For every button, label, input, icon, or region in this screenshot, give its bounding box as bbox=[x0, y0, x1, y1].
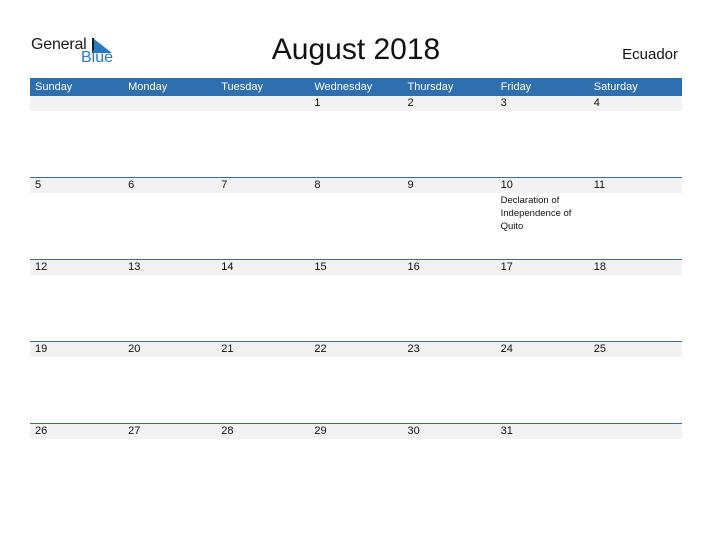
day-cell: 27 bbox=[123, 424, 216, 505]
day-number: 15 bbox=[314, 261, 327, 273]
weekday-friday: Friday bbox=[500, 81, 532, 93]
day-cell: 26 bbox=[30, 424, 123, 505]
day-cell: 16 bbox=[403, 260, 496, 341]
day-number: 22 bbox=[314, 343, 327, 355]
day-number: 27 bbox=[128, 425, 141, 437]
day-number: 30 bbox=[407, 425, 420, 437]
calendar-grid: Sunday Monday Tuesday Wednesday Thursday… bbox=[30, 78, 682, 505]
day-number: 4 bbox=[593, 97, 600, 109]
day-cell: 21 bbox=[216, 342, 309, 423]
day-cell: 8 bbox=[309, 178, 402, 259]
day-cell: 20 bbox=[123, 342, 216, 423]
day-number: 7 bbox=[221, 179, 228, 191]
day-cell: 2 bbox=[403, 96, 496, 177]
day-cell: 15 bbox=[309, 260, 402, 341]
day-number: 31 bbox=[500, 425, 513, 437]
day-number: 18 bbox=[593, 261, 606, 273]
day-cell: 28 bbox=[216, 424, 309, 505]
day-cell: 18 bbox=[589, 260, 682, 341]
day-number: 29 bbox=[314, 425, 327, 437]
weekday-saturday: Saturday bbox=[593, 81, 638, 93]
day-number: 13 bbox=[128, 261, 141, 273]
weekday-sunday: Sunday bbox=[35, 81, 73, 93]
day-cell: 1 bbox=[309, 96, 402, 177]
week-row: 26 27 28 29 30 31 bbox=[30, 423, 682, 505]
day-number: 25 bbox=[593, 343, 606, 355]
weeks-container: 1 2 3 4 5 6 7 8 9 10 Declaration of Independence o… bbox=[30, 96, 682, 505]
day-cell: 14 bbox=[216, 260, 309, 341]
day-cell: 10 Declaration of Independence of Quito bbox=[496, 178, 589, 259]
day-number: 2 bbox=[407, 97, 414, 109]
day-cell: 29 bbox=[309, 424, 402, 505]
day-cell: 24 bbox=[496, 342, 589, 423]
day-cell: 7 bbox=[216, 178, 309, 259]
day-number bbox=[128, 96, 216, 111]
day-cell: 30 bbox=[403, 424, 496, 505]
week-row: 12 13 14 15 16 17 18 bbox=[30, 259, 682, 341]
day-number: 17 bbox=[500, 261, 513, 273]
day-cell bbox=[123, 96, 216, 177]
day-number: 12 bbox=[35, 261, 48, 273]
weekday-thursday: Thursday bbox=[407, 81, 454, 93]
day-cell: 17 bbox=[496, 260, 589, 341]
day-cell: 3 bbox=[496, 96, 589, 177]
day-number: 14 bbox=[221, 261, 234, 273]
day-cell: 19 bbox=[30, 342, 123, 423]
day-cell: 13 bbox=[123, 260, 216, 341]
day-number: 16 bbox=[407, 261, 420, 273]
day-number: 20 bbox=[128, 343, 141, 355]
day-cell: 9 bbox=[403, 178, 496, 259]
week-row: 1 2 3 4 bbox=[30, 96, 682, 177]
day-cell: 31 bbox=[496, 424, 589, 505]
day-cell: 25 bbox=[589, 342, 682, 423]
country-label: Ecuador bbox=[622, 46, 678, 63]
week-cells: 5 6 7 8 9 10 Declaration of Independence of Qu… bbox=[30, 178, 682, 259]
day-number: 21 bbox=[221, 343, 234, 355]
day-number: 24 bbox=[500, 343, 513, 355]
day-cell: 6 bbox=[123, 178, 216, 259]
day-cell: 5 bbox=[30, 178, 123, 259]
week-row: 5 6 7 8 9 10 Declaration of Independence of Qu… bbox=[30, 177, 682, 259]
day-number: 1 bbox=[314, 97, 321, 109]
day-number: 26 bbox=[35, 425, 48, 437]
day-number bbox=[221, 96, 309, 111]
weekday-monday: Monday bbox=[128, 81, 168, 93]
calendar-title: August 2018 bbox=[271, 33, 441, 66]
week-cells: 1 2 3 4 bbox=[30, 96, 682, 177]
day-number: 8 bbox=[314, 179, 321, 191]
day-number bbox=[594, 424, 682, 439]
day-cell bbox=[30, 96, 123, 177]
day-number: 11 bbox=[593, 179, 606, 191]
day-number: 5 bbox=[35, 179, 42, 191]
day-number: 19 bbox=[35, 343, 48, 355]
day-cell: 4 bbox=[589, 96, 682, 177]
day-cell bbox=[589, 424, 682, 505]
day-cell: 23 bbox=[403, 342, 496, 423]
holiday-event: Declaration of Independence of Quito bbox=[500, 195, 572, 232]
week-cells: 12 13 14 15 16 17 18 bbox=[30, 260, 682, 341]
day-number bbox=[35, 96, 123, 111]
weekday-header: Sunday Monday Tuesday Wednesday Thursday… bbox=[30, 78, 682, 96]
week-row: 19 20 21 22 23 24 25 bbox=[30, 341, 682, 423]
weekday-tuesday: Tuesday bbox=[221, 81, 264, 93]
week-cells: 26 27 28 29 30 31 bbox=[30, 424, 682, 505]
day-number: 6 bbox=[128, 179, 135, 191]
day-cell: 12 bbox=[30, 260, 123, 341]
weekday-wednesday: Wednesday bbox=[314, 81, 373, 93]
day-number: 3 bbox=[500, 97, 507, 109]
day-number: 9 bbox=[407, 179, 414, 191]
day-number: 10 bbox=[500, 179, 513, 191]
day-number: 28 bbox=[221, 425, 234, 437]
week-cells: 19 20 21 22 23 24 25 bbox=[30, 342, 682, 423]
day-cell: 22 bbox=[309, 342, 402, 423]
day-number: 23 bbox=[407, 343, 420, 355]
day-cell: 11 bbox=[589, 178, 682, 259]
day-cell bbox=[216, 96, 309, 177]
